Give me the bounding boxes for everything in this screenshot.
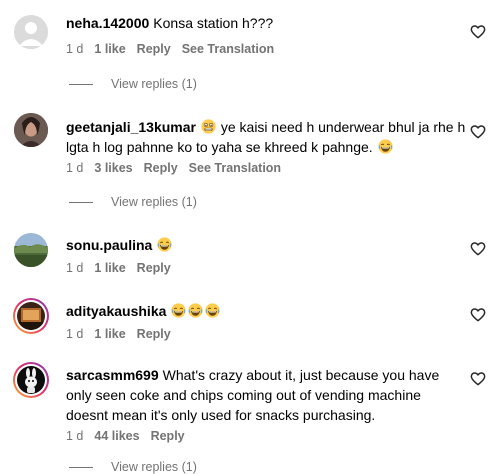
profile-photo-icon [14,233,48,267]
profile-photo-icon [14,113,48,147]
heart-outline-icon[interactable] [470,24,486,40]
avatar[interactable] [14,15,48,49]
divider-line [69,202,93,204]
view-replies-button[interactable]: View replies (1) [66,460,197,474]
view-replies-label: View replies (1) [111,77,197,91]
divider-line [69,84,93,86]
comment-body: adityakaushika [66,301,466,321]
view-replies-button[interactable]: View replies (1) [66,195,197,209]
username[interactable]: sonu.paulina [66,237,152,253]
heart-outline-icon[interactable] [470,241,486,257]
reply-button[interactable]: Reply [151,429,185,443]
see-translation-button[interactable]: See Translation [189,161,281,175]
comment-meta: 1 d 3 likes Reply See Translation [66,161,292,175]
comment-body: geetanjali_13kumar ye kaisi need h under… [66,117,466,157]
divider-line [69,467,93,469]
username[interactable]: sarcasmm699 [66,367,159,383]
comment-body: sarcasmm699 What's crazy about it, just b… [66,365,466,425]
likes-count[interactable]: 44 likes [94,429,139,443]
laughing-emoji-icon [188,303,203,318]
avatar[interactable] [14,233,48,267]
heart-outline-icon[interactable] [470,371,486,387]
comment-meta: 1 d 44 likes Reply [66,429,196,443]
likes-count[interactable]: 1 like [94,327,125,341]
comment-time: 1 d [66,261,84,275]
see-translation-button[interactable]: See Translation [182,42,274,56]
laughing-emoji-icon [378,139,393,154]
laughing-emoji-icon [157,237,172,252]
laughing-emoji-icon [171,303,186,318]
avatar[interactable] [13,298,49,334]
username[interactable]: adityakaushika [66,303,166,319]
comment-time: 1 d [66,429,84,443]
reply-button[interactable]: Reply [137,327,171,341]
comment-text: Konsa station h??? [153,15,274,31]
profile-photo [17,302,45,330]
comment-time: 1 d [66,161,84,175]
laughing-emoji-icon [205,303,220,318]
reply-button[interactable]: Reply [137,42,171,56]
username[interactable]: neha.142000 [66,15,149,31]
profile-photo-icon [17,302,45,330]
view-replies-label: View replies (1) [111,460,197,474]
view-replies-button[interactable]: View replies (1) [66,77,197,91]
heart-outline-icon[interactable] [470,124,486,140]
username[interactable]: geetanjali_13kumar [66,119,196,135]
profile-photo [17,366,45,394]
avatar[interactable] [13,362,49,398]
heart-outline-icon[interactable] [470,307,486,323]
comment-meta: 1 d 1 like Reply [66,261,182,275]
comment-time: 1 d [66,327,84,341]
reply-button[interactable]: Reply [137,261,171,275]
comment-body: neha.142000 Konsa station h??? [66,13,466,33]
avatar[interactable] [14,113,48,147]
profile-photo-icon [17,366,45,394]
comment-time: 1 d [66,42,84,56]
comment-meta: 1 d 1 like Reply See Translation [66,42,285,56]
likes-count[interactable]: 1 like [94,42,125,56]
comment-body: sonu.paulina [66,235,466,255]
reply-button[interactable]: Reply [144,161,178,175]
view-replies-label: View replies (1) [111,195,197,209]
comment-meta: 1 d 1 like Reply [66,327,182,341]
grimacing-emoji-icon [201,119,216,134]
likes-count[interactable]: 3 likes [94,161,132,175]
default-avatar-icon [14,15,48,49]
likes-count[interactable]: 1 like [94,261,125,275]
